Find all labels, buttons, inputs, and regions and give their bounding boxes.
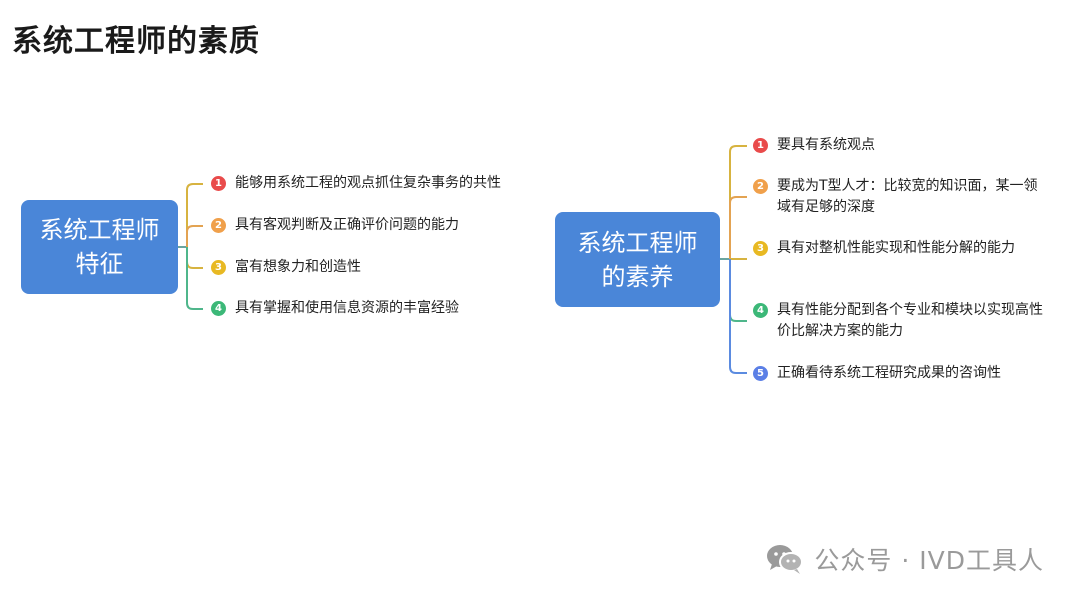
item-text: 要具有系统观点	[777, 137, 875, 153]
right-root-node: 系统工程师的素养	[555, 212, 720, 307]
number-badge-1: 1	[753, 138, 768, 153]
number-badge-4: 4	[753, 303, 768, 318]
number-badge-3: 3	[211, 260, 226, 275]
item-text: 具有性能分配到各个专业和模块以实现高性价比解决方案的能力	[777, 302, 1043, 339]
item-text: 具有客观判断及正确评价问题的能力	[235, 217, 459, 233]
item-text: 具有掌握和使用信息资源的丰富经验	[235, 300, 459, 316]
item-text: 富有想象力和创造性	[235, 259, 361, 275]
right-item-1: 1 要具有系统观点	[753, 135, 1043, 156]
right-item-5: 5 正确看待系统工程研究成果的咨询性	[753, 363, 1043, 384]
number-badge-2: 2	[211, 218, 226, 233]
left-item-2: 2 具有客观判断及正确评价问题的能力	[211, 215, 551, 236]
number-badge-3: 3	[753, 241, 768, 256]
number-badge-1: 1	[211, 176, 226, 191]
right-item-4: 4 具有性能分配到各个专业和模块以实现高性价比解决方案的能力	[753, 300, 1043, 342]
item-text: 能够用系统工程的观点抓住复杂事务的共性	[235, 175, 501, 191]
right-item-2: 2 要成为T型人才：比较宽的知识面，某一领域有足够的深度	[753, 176, 1043, 218]
watermark-text: 公众号 · IVD工具人	[814, 546, 1044, 575]
number-badge-2: 2	[753, 179, 768, 194]
number-badge-5: 5	[753, 366, 768, 381]
left-item-4: 4 具有掌握和使用信息资源的丰富经验	[211, 298, 551, 319]
item-text: 要成为T型人才：比较宽的知识面，某一领域有足够的深度	[777, 178, 1038, 215]
left-root-node: 系统工程师特征	[21, 200, 178, 294]
watermark: 公众号 · IVD工具人	[766, 541, 1044, 577]
right-item-3: 3 具有对整机性能实现和性能分解的能力	[753, 238, 1043, 259]
left-item-3: 3 富有想象力和创造性	[211, 257, 551, 278]
item-text: 具有对整机性能实现和性能分解的能力	[777, 240, 1015, 256]
left-item-1: 1 能够用系统工程的观点抓住复杂事务的共性	[211, 173, 551, 194]
number-badge-4: 4	[211, 301, 226, 316]
item-text: 正确看待系统工程研究成果的咨询性	[777, 365, 1001, 381]
wechat-icon	[767, 545, 804, 574]
